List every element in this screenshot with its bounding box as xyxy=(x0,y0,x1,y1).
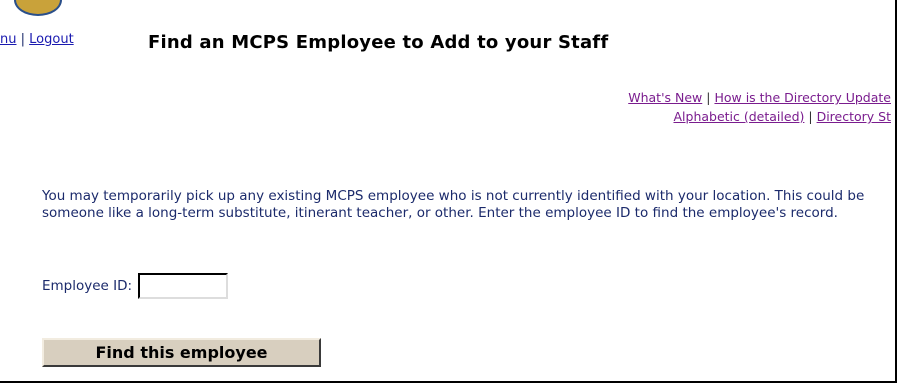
utility-links: What's New | How is the Directory Update… xyxy=(531,88,891,126)
directory-st-link[interactable]: Directory St xyxy=(817,109,891,124)
whats-new-link[interactable]: What's New xyxy=(628,90,702,105)
alphabetic-detailed-link[interactable]: Alphabetic (detailed) xyxy=(673,109,804,124)
nav-separator: | xyxy=(20,32,26,47)
util-row-1: What's New | How is the Directory Update xyxy=(531,88,891,107)
find-employee-button[interactable]: Find this employee xyxy=(42,338,321,367)
util-separator: | xyxy=(808,109,813,124)
employee-id-input[interactable] xyxy=(138,273,229,299)
logout-link[interactable]: Logout xyxy=(29,32,74,47)
util-separator: | xyxy=(706,90,711,105)
employee-id-label: Employee ID: xyxy=(42,278,133,294)
util-row-2: Alphabetic (detailed) | Directory St xyxy=(531,107,891,126)
top-nav: nu | Logout xyxy=(0,32,74,47)
employee-id-row: Employee ID: xyxy=(42,273,229,299)
how-updated-link[interactable]: How is the Directory Update xyxy=(714,90,891,105)
intro-paragraph: You may temporarily pick up any existing… xyxy=(42,188,865,221)
page-title: Find an MCPS Employee to Add to your Sta… xyxy=(148,32,609,53)
menu-link[interactable]: nu xyxy=(0,32,16,47)
